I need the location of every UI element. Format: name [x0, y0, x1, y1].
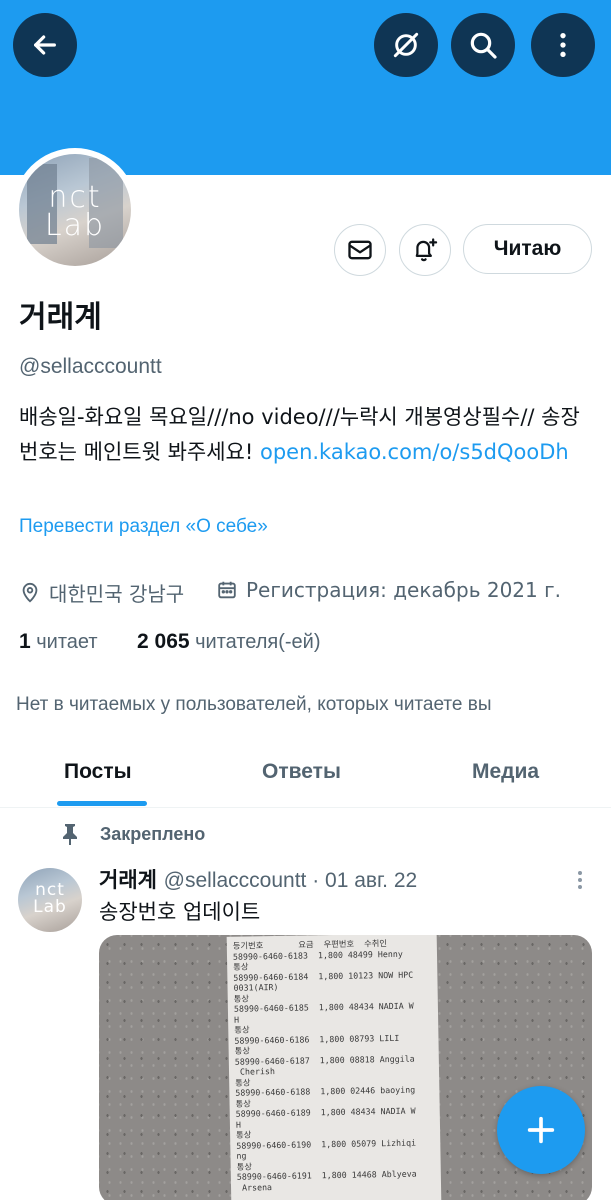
bio-link[interactable]: open.kakao.com/o/s5dQooDh [260, 440, 569, 464]
receipt-text: 등기번호 요금 우편번호 수취인 58990-6460-6183 1,800 4… [226, 935, 442, 1200]
location-pin-icon [22, 582, 38, 603]
notify-button[interactable] [399, 224, 451, 276]
no-mutual-followers: Нет в читаемых у пользователей, которых … [16, 694, 492, 715]
compose-button[interactable] [497, 1086, 585, 1174]
envelope-icon [348, 240, 372, 260]
tab-media[interactable]: Медиа [472, 760, 539, 784]
hide-button[interactable] [374, 13, 438, 77]
avatar-logo: nct Lab [44, 180, 106, 243]
avatar-logo: nct Lab [33, 880, 67, 917]
eye-slash-icon [393, 32, 419, 58]
tab-replies[interactable]: Ответы [262, 760, 341, 784]
search-icon [470, 32, 497, 59]
following-count[interactable]: 1 читает [19, 630, 98, 654]
profile-banner [0, 0, 611, 175]
location-text: 대한민국 강남구 [49, 582, 185, 606]
post-text: 송장번호 업데이트 [99, 900, 261, 924]
post-header: 거래계 @sellacccountt · 01 авг. 22 [99, 864, 417, 894]
more-vertical-icon [560, 33, 566, 57]
post-author-name[interactable]: 거래계 [99, 868, 157, 892]
more-button[interactable] [531, 13, 595, 77]
post-handle-date: @sellacccountt · 01 авг. 22 [163, 869, 418, 892]
active-tab-indicator [57, 801, 147, 806]
calendar-icon [218, 581, 236, 599]
arrow-left-icon [34, 35, 56, 55]
search-button[interactable] [451, 13, 515, 77]
tab-posts[interactable]: Посты [64, 760, 132, 784]
profile-bio: 배송일-화요일 목요일///no video///누락시 개봉영상필수// 송장… [19, 400, 594, 470]
bell-plus-icon [415, 238, 438, 262]
display-name: 거래계 [19, 300, 102, 335]
following-button[interactable]: Читаю [463, 224, 592, 274]
location: 대한민국 강남구 [19, 578, 184, 607]
message-button[interactable] [334, 224, 386, 276]
translate-bio-link[interactable]: Перевести раздел «О себе» [19, 516, 268, 538]
more-vertical-icon[interactable] [570, 868, 590, 892]
profile-avatar[interactable]: nct Lab [13, 148, 137, 272]
post-author-avatar[interactable]: nct Lab [18, 868, 82, 932]
user-handle: @sellacccountt [19, 355, 162, 378]
pinned-indicator: Закреплено [60, 822, 205, 846]
join-date: Регистрация: декабрь 2021 г. [216, 578, 561, 602]
avatar-image: nct Lab [19, 154, 131, 266]
pin-icon [63, 824, 77, 845]
back-button[interactable] [13, 13, 77, 77]
followers-count[interactable]: 2 065 читателя(-ей) [137, 630, 321, 654]
plus-icon [527, 1116, 555, 1144]
join-date-text: Регистрация: декабрь 2021 г. [246, 578, 561, 602]
profile-tabs: Посты Ответы Медиа [0, 740, 611, 808]
